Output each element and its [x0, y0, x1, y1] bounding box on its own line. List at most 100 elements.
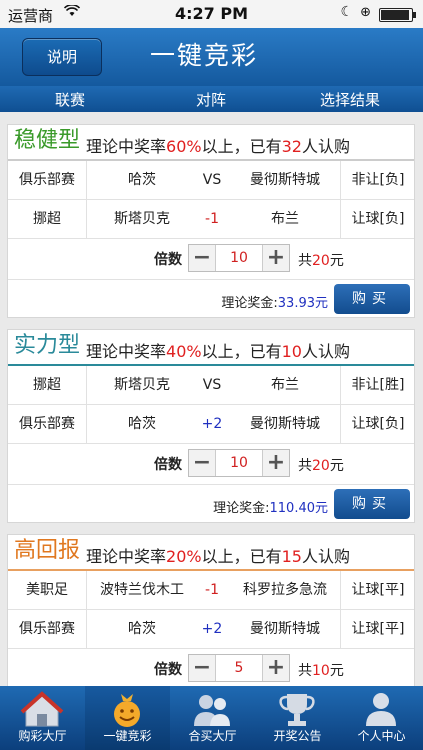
- column-header: 联赛 对阵 选择结果: [0, 86, 423, 112]
- match-row[interactable]: 美职足 波特兰伐木工 -1 科罗拉多急流 让球[平]: [8, 571, 414, 610]
- match-pick: 让球[平]: [351, 621, 405, 637]
- card-title: 高回报: [14, 538, 81, 563]
- column-league: 联赛: [55, 91, 86, 109]
- multiplier-row: 倍数 − 10 + 共20元: [8, 239, 414, 280]
- match-pick: 让球[负]: [351, 211, 405, 227]
- plus-button[interactable]: +: [263, 450, 289, 476]
- status-bar: 运营商 4:27 PM ☾ ⊕: [0, 0, 423, 28]
- plan-card-steady: 稳健型 理论中奖率60%以上，已有32人认购 俱乐部赛 哈茨 VS 曼彻斯特城 …: [7, 124, 415, 318]
- multiplier-stepper: − 10 +: [188, 244, 290, 272]
- minus-button[interactable]: −: [189, 450, 215, 476]
- tab-lottery-hall[interactable]: 购彩大厅: [0, 686, 85, 750]
- match-away: 布兰: [271, 211, 299, 227]
- trophy-icon: [255, 690, 340, 728]
- match-away: 科罗拉多急流: [243, 582, 327, 598]
- match-row[interactable]: 俱乐部赛 哈茨 +2 曼彻斯特城 让球[负]: [8, 405, 414, 444]
- match-home: 斯塔贝克: [114, 211, 170, 227]
- total-cost: 共10元: [298, 663, 344, 679]
- battery-fill: [381, 10, 410, 20]
- card-header: 稳健型 理论中奖率60%以上，已有32人认购: [8, 125, 414, 161]
- match-pick: 非让[胜]: [351, 377, 405, 393]
- match-league: 俱乐部赛: [19, 621, 75, 637]
- page-title: 一键竞彩: [150, 41, 259, 70]
- plan-card-high-return: 高回报 理论中奖率20%以上，已有15人认购 美职足 波特兰伐木工 -1 科罗拉…: [7, 534, 415, 694]
- moon-icon: ☾: [340, 4, 353, 20]
- prize-row: 理论奖金:33.93元 购买: [8, 280, 414, 318]
- tab-label: 合买大厅: [188, 729, 237, 743]
- match-odds: -1: [205, 582, 219, 598]
- match-league: 俱乐部赛: [19, 416, 75, 432]
- plan-card-strength: 实力型 理论中奖率40%以上，已有10人认购 挪超 斯塔贝克 VS 布兰 非让[…: [7, 329, 415, 523]
- match-row[interactable]: 挪超 斯塔贝克 VS 布兰 非让[胜]: [8, 366, 414, 405]
- match-odds: VS: [202, 172, 222, 188]
- multiplier-input[interactable]: 10: [215, 245, 263, 271]
- tab-draw-results[interactable]: 开奖公告: [255, 686, 340, 750]
- match-odds: VS: [202, 377, 222, 393]
- house-icon: [0, 690, 85, 728]
- tab-label: 一键竞彩: [103, 729, 152, 743]
- explain-button[interactable]: 说明: [22, 38, 102, 76]
- person-icon: [340, 690, 423, 728]
- multiplier-row: 倍数 − 10 + 共20元: [8, 444, 414, 485]
- total-cost: 共20元: [298, 253, 344, 269]
- match-away: 曼彻斯特城: [250, 621, 320, 637]
- nav-bar: 说明 一键竞彩: [0, 28, 423, 86]
- plus-button[interactable]: +: [263, 245, 289, 271]
- multiplier-stepper: − 10 +: [188, 449, 290, 477]
- tab-label: 开奖公告: [273, 729, 322, 743]
- multiplier-stepper: − 5 +: [188, 654, 290, 682]
- card-description: 理论中奖率20%以上，已有15人认购: [86, 547, 350, 566]
- tab-label: 个人中心: [357, 729, 406, 743]
- people-icon: [170, 690, 255, 728]
- multiplier-label: 倍数: [154, 252, 182, 268]
- buy-button[interactable]: 购买: [334, 489, 410, 519]
- multiplier-label: 倍数: [154, 457, 182, 473]
- match-home: 哈茨: [128, 416, 156, 432]
- tab-personal-center[interactable]: 个人中心: [340, 686, 423, 750]
- match-odds: +2: [201, 416, 223, 432]
- total-cost: 共20元: [298, 458, 344, 474]
- minus-button[interactable]: −: [189, 655, 215, 681]
- match-pick: 让球[负]: [351, 416, 405, 432]
- multiplier-input[interactable]: 10: [215, 450, 263, 476]
- match-home: 哈茨: [128, 172, 156, 188]
- match-pick: 非让[负]: [351, 172, 405, 188]
- rotation-lock-icon: ⊕: [360, 5, 371, 20]
- match-odds: -1: [205, 211, 219, 227]
- match-odds: +2: [201, 621, 223, 637]
- match-league: 美职足: [26, 582, 68, 598]
- match-away: 布兰: [271, 377, 299, 393]
- prize-row: 理论奖金:110.40元 购买: [8, 485, 414, 523]
- multiplier-label: 倍数: [154, 662, 182, 678]
- match-league: 俱乐部赛: [19, 172, 75, 188]
- tab-one-click[interactable]: 一键竞彩: [85, 686, 170, 750]
- multiplier-input[interactable]: 5: [215, 655, 263, 681]
- multiplier-row: 倍数 − 5 + 共10元: [8, 649, 414, 690]
- tab-bar: 购彩大厅 一键竞彩 合买大厅 开奖公告 个人中心: [0, 686, 423, 750]
- column-result: 选择结果: [320, 91, 381, 109]
- battery-icon: [379, 8, 416, 22]
- match-pick: 让球[平]: [351, 582, 405, 598]
- card-title: 实力型: [14, 333, 81, 358]
- card-title: 稳健型: [14, 128, 81, 153]
- column-matchup: 对阵: [196, 91, 227, 109]
- match-home: 斯塔贝克: [114, 377, 170, 393]
- match-home: 哈茨: [128, 621, 156, 637]
- match-row[interactable]: 挪超 斯塔贝克 -1 布兰 让球[负]: [8, 200, 414, 239]
- card-description: 理论中奖率40%以上，已有10人认购: [86, 342, 350, 361]
- match-league: 挪超: [33, 377, 61, 393]
- minus-button[interactable]: −: [189, 245, 215, 271]
- smiley-bag-icon: [85, 690, 170, 728]
- plus-button[interactable]: +: [263, 655, 289, 681]
- theoretical-prize: 理论奖金:110.40元: [213, 501, 328, 516]
- tab-group-buy[interactable]: 合买大厅: [170, 686, 255, 750]
- match-row[interactable]: 俱乐部赛 哈茨 VS 曼彻斯特城 非让[负]: [8, 161, 414, 200]
- tab-label: 购彩大厅: [18, 729, 67, 743]
- match-row[interactable]: 俱乐部赛 哈茨 +2 曼彻斯特城 让球[平]: [8, 610, 414, 649]
- match-league: 挪超: [33, 211, 61, 227]
- match-home: 波特兰伐木工: [100, 582, 184, 598]
- match-away: 曼彻斯特城: [250, 172, 320, 188]
- theoretical-prize: 理论奖金:33.93元: [221, 296, 328, 311]
- buy-button[interactable]: 购买: [334, 284, 410, 314]
- card-description: 理论中奖率60%以上，已有32人认购: [86, 137, 350, 156]
